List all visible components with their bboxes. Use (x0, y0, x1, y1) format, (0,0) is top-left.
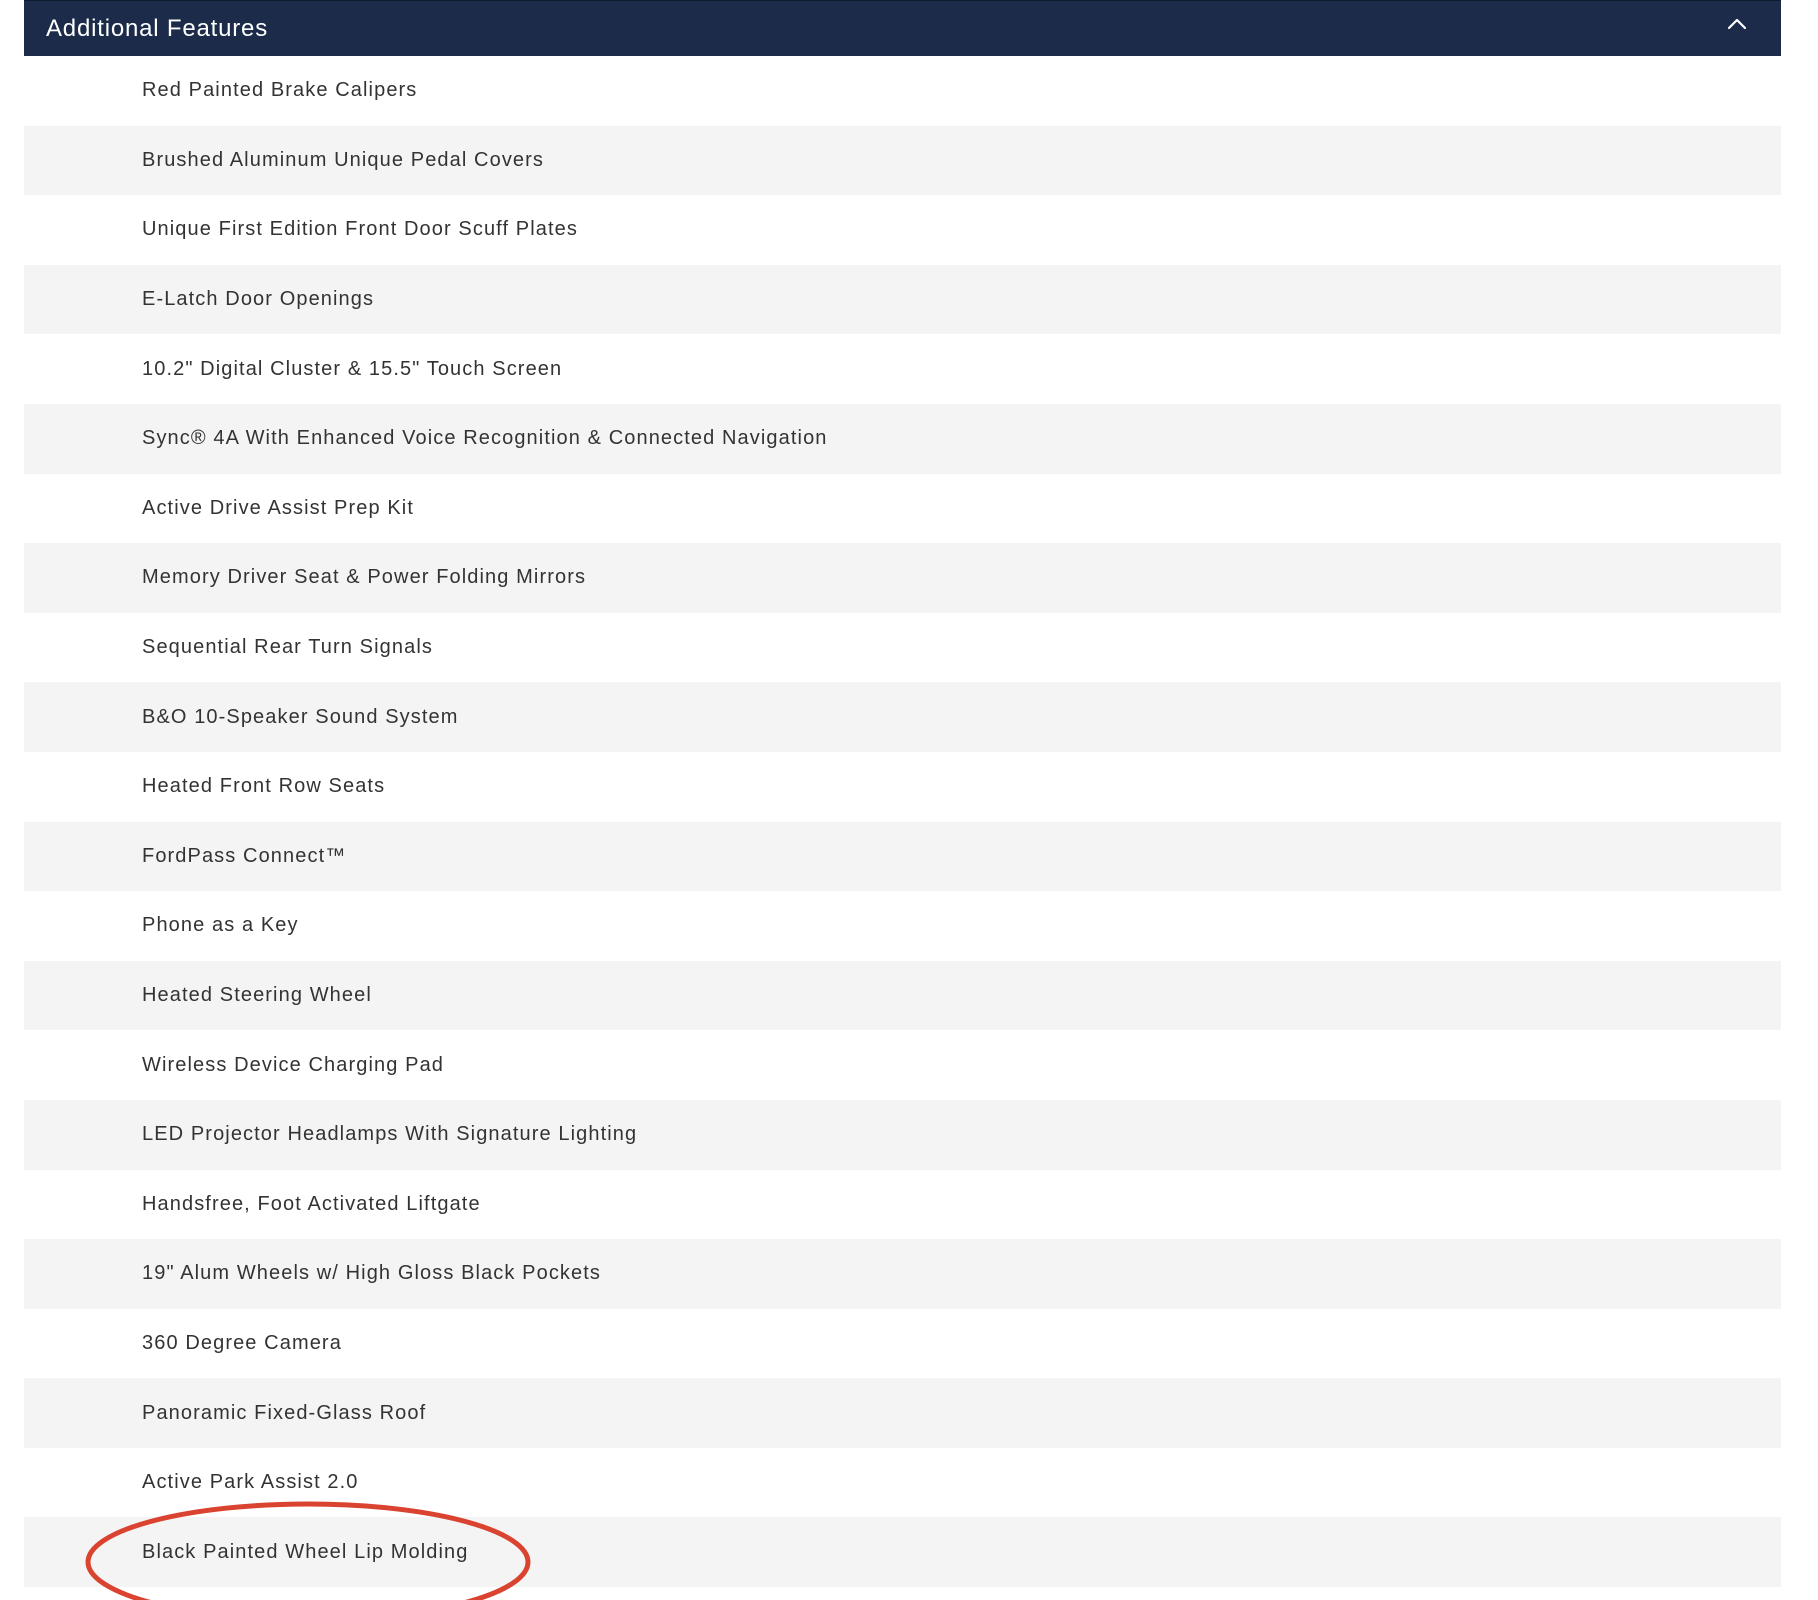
feature-label: Heated Front Row Seats (142, 775, 386, 798)
feature-label: FordPass Connect™ (142, 844, 347, 867)
chevron-up-icon[interactable] (1725, 12, 1749, 36)
feature-label: Memory Driver Seat & Power Folding Mirro… (142, 566, 587, 589)
feature-label: Red Painted Brake Calipers (142, 79, 418, 102)
feature-label: Brushed Aluminum Unique Pedal Covers (142, 148, 545, 171)
feature-label: Sequential Rear Turn Signals (142, 636, 433, 659)
feature-list: Red Painted Brake Calipers Brushed Alumin… (24, 56, 1781, 1588)
feature-row: 19" Alum Wheels w/ High Gloss Black Pock… (24, 1239, 1781, 1309)
feature-label: Black Painted Wheel Lip Molding (142, 1540, 469, 1563)
feature-label: 360 Degree Camera (142, 1331, 342, 1354)
feature-row: Sequential Rear Turn Signals (24, 612, 1781, 683)
feature-row: Memory Driver Seat & Power Folding Mirro… (24, 543, 1781, 613)
feature-row: Active Drive Assist Prep Kit (24, 473, 1781, 544)
feature-row: Sync® 4A With Enhanced Voice Recognition… (24, 403, 1781, 474)
feature-label: 10.2" Digital Cluster & 15.5" Touch Scre… (142, 357, 563, 380)
feature-label: 19" Alum Wheels w/ High Gloss Black Pock… (142, 1262, 601, 1285)
feature-label: Sync® 4A With Enhanced Voice Recognition… (142, 427, 828, 450)
feature-label: Active Drive Assist Prep Kit (142, 496, 414, 519)
feature-row: B&O 10-Speaker Sound System (24, 682, 1781, 752)
feature-label: Unique First Edition Front Door Scuff Pl… (142, 218, 578, 241)
feature-row: E-Latch Door Openings (24, 264, 1781, 335)
feature-row: 10.2" Digital Cluster & 15.5" Touch Scre… (24, 334, 1781, 404)
feature-label: Wireless Device Charging Pad (142, 1053, 445, 1076)
feature-row: Heated Front Row Seats (24, 751, 1781, 822)
feature-row: Black Painted Wheel Lip Molding (24, 1517, 1781, 1588)
feature-row: LED Projector Headlamps With Signature L… (24, 1099, 1781, 1170)
additional-features-panel: Additional Features Red Painted Brake Ca… (24, 0, 1781, 1588)
feature-label: Heated Steering Wheel (142, 984, 372, 1007)
feature-row: Handsfree, Foot Activated Liftgate (24, 1169, 1781, 1240)
feature-row: Heated Steering Wheel (24, 960, 1781, 1031)
panel-header[interactable]: Additional Features (24, 0, 1781, 56)
feature-label: B&O 10-Speaker Sound System (142, 705, 459, 728)
feature-row: Active Park Assist 2.0 (24, 1447, 1781, 1518)
feature-row: Unique First Edition Front Door Scuff Pl… (24, 195, 1781, 265)
feature-label: E-Latch Door Openings (142, 288, 375, 311)
panel-title: Additional Features (46, 14, 268, 42)
feature-row: Phone as a Key (24, 891, 1781, 961)
feature-label: Handsfree, Foot Activated Liftgate (142, 1192, 481, 1215)
feature-row: Red Painted Brake Calipers (24, 56, 1781, 126)
feature-label: Panoramic Fixed-Glass Roof (142, 1401, 427, 1424)
feature-row: 360 Degree Camera (24, 1308, 1781, 1379)
feature-label: LED Projector Headlamps With Signature L… (142, 1123, 638, 1146)
feature-row: Brushed Aluminum Unique Pedal Covers (24, 125, 1781, 196)
feature-row: FordPass Connect™ (24, 821, 1781, 892)
feature-label: Active Park Assist 2.0 (142, 1471, 359, 1494)
feature-label: Phone as a Key (142, 914, 299, 937)
feature-row: Wireless Device Charging Pad (24, 1030, 1781, 1100)
feature-row: Panoramic Fixed-Glass Roof (24, 1378, 1781, 1448)
